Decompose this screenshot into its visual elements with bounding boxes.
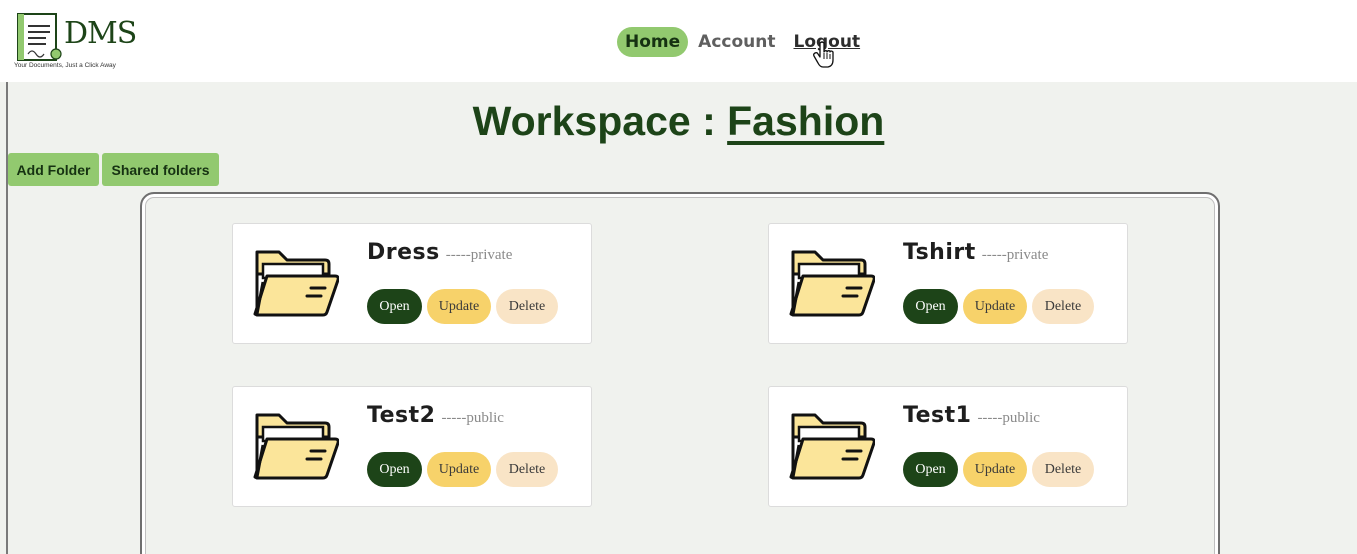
update-button[interactable]: Update	[963, 289, 1027, 324]
update-button[interactable]: Update	[963, 452, 1027, 487]
update-button[interactable]: Update	[427, 452, 491, 487]
shared-folders-button[interactable]: Shared folders	[102, 153, 219, 186]
folder-actions: Open Update Delete	[367, 289, 558, 324]
folder-name: Dress	[367, 240, 440, 265]
folder-visibility: -----private	[445, 247, 513, 263]
add-folder-button[interactable]: Add Folder	[8, 153, 99, 186]
folder-actions: Open Update Delete	[903, 289, 1094, 324]
folder-name: Test1	[903, 403, 972, 428]
hand-pointer-icon	[813, 41, 834, 68]
app-logo[interactable]: DMS Your Documents, Just a Click Away	[14, 10, 144, 74]
folder-open-icon	[249, 242, 340, 322]
folder-title: Tshirt -----private	[903, 240, 1048, 265]
workspace-name-link[interactable]: Fashion	[727, 98, 884, 144]
nav-account[interactable]: Account	[690, 27, 783, 57]
folder-visibility: -----private	[981, 247, 1049, 263]
update-button[interactable]: Update	[427, 289, 491, 324]
open-button[interactable]: Open	[367, 289, 422, 324]
folder-name: Tshirt	[903, 240, 976, 265]
folder-actions: Open Update Delete	[367, 452, 558, 487]
delete-button[interactable]: Delete	[496, 289, 558, 324]
folder-card: Test2 -----public Open Update Delete	[232, 386, 592, 507]
folder-name: Test2	[367, 403, 436, 428]
logo-text: DMS	[64, 16, 137, 51]
folder-visibility: -----public	[977, 410, 1040, 426]
left-divider	[6, 82, 8, 554]
folder-visibility: -----public	[441, 410, 504, 426]
folder-title: Dress -----private	[367, 240, 512, 265]
open-button[interactable]: Open	[903, 289, 958, 324]
folder-open-icon	[249, 405, 340, 485]
folder-open-icon	[785, 242, 876, 322]
delete-button[interactable]: Delete	[1032, 289, 1094, 324]
folder-open-icon	[785, 405, 876, 485]
delete-button[interactable]: Delete	[1032, 452, 1094, 487]
folder-title: Test2 -----public	[367, 403, 504, 428]
delete-button[interactable]: Delete	[496, 452, 558, 487]
folder-card: Tshirt -----private Open Update Delete	[768, 223, 1128, 344]
folder-title: Test1 -----public	[903, 403, 1040, 428]
open-button[interactable]: Open	[367, 452, 422, 487]
folder-card: Dress -----private Open Update Delete	[232, 223, 592, 344]
open-button[interactable]: Open	[903, 452, 958, 487]
folder-card: Test1 -----public Open Update Delete	[768, 386, 1128, 507]
folder-actions: Open Update Delete	[903, 452, 1094, 487]
document-logo-icon	[17, 13, 62, 61]
workspace-label: Workspace :	[472, 98, 716, 144]
logo-tagline: Your Documents, Just a Click Away	[14, 62, 116, 69]
workspace-title: Workspace : Fashion	[0, 98, 1357, 145]
top-navbar: DMS Your Documents, Just a Click Away Ho…	[0, 0, 1357, 82]
nav-home[interactable]: Home	[617, 27, 689, 57]
